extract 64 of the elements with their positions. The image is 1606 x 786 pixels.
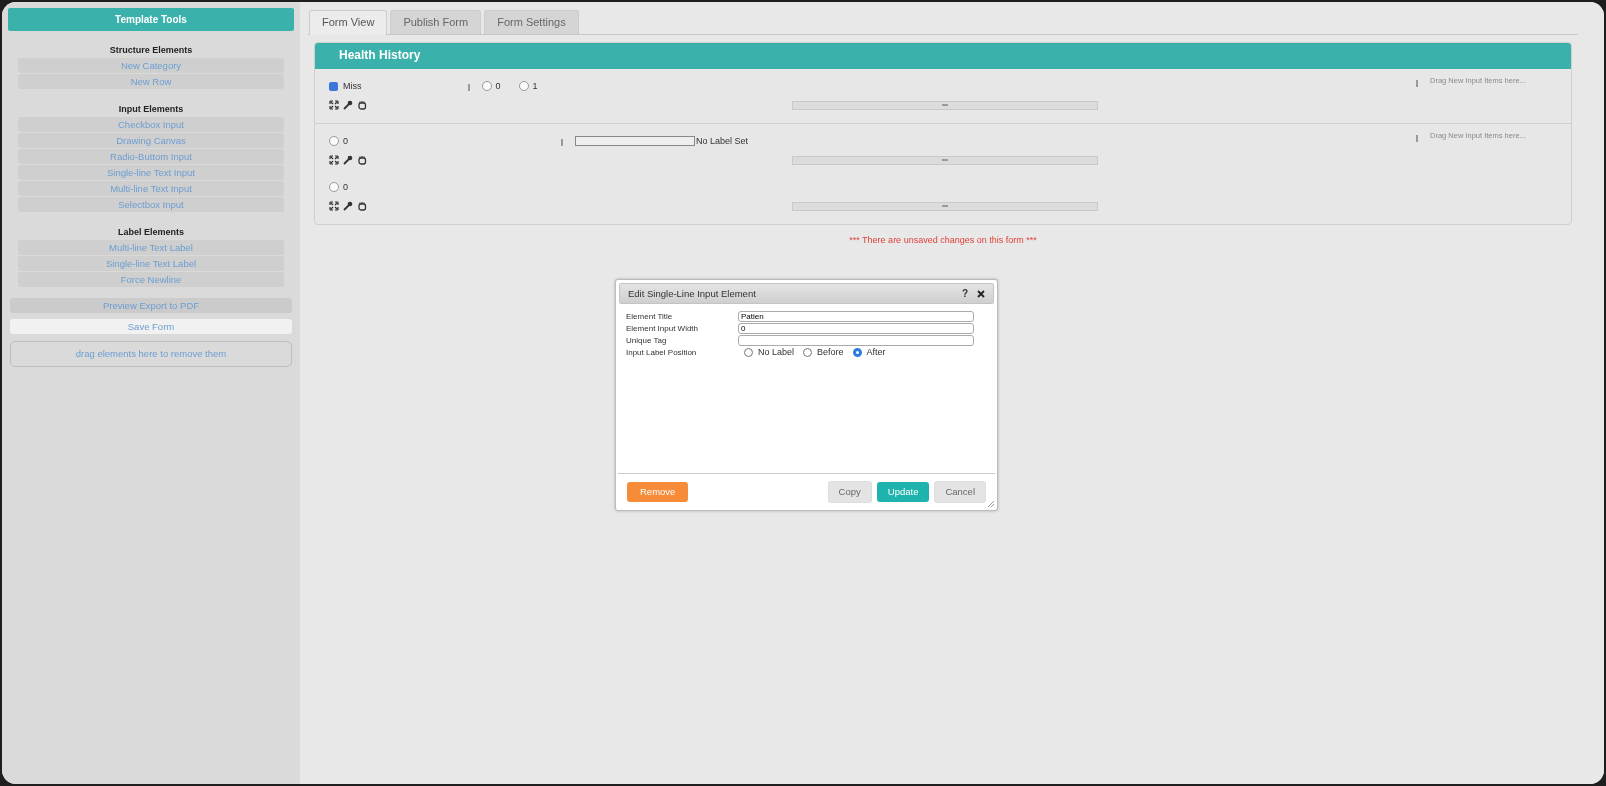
unsaved-notice: *** There are unsaved changes on this form *** — [848, 235, 1038, 245]
checkbox-label: Miss — [343, 81, 362, 91]
text-input[interactable] — [575, 136, 695, 146]
element-button[interactable]: Single-line Text Label — [18, 256, 284, 271]
section-heading: Label Elements — [117, 227, 185, 237]
sidebar-header: Template Tools — [8, 8, 294, 31]
radio-label: 0 — [343, 182, 348, 192]
tab[interactable]: Form View — [309, 10, 388, 35]
dialog-button[interactable]: Update — [876, 482, 930, 502]
tab[interactable]: Publish Form — [390, 10, 482, 34]
drag-handle[interactable] — [1416, 135, 1418, 142]
dialog-button[interactable]: Copy — [827, 481, 872, 503]
dialog-button[interactable]: Cancel — [934, 481, 986, 503]
field-label: Element Title — [626, 311, 674, 321]
element-button[interactable]: Drawing Canvas — [18, 133, 284, 148]
expand-icon[interactable] — [329, 155, 339, 165]
category-header: Health History — [315, 43, 1571, 69]
radio-button[interactable] — [329, 182, 339, 192]
radio-label: 0 — [343, 136, 348, 146]
drag-handle[interactable] — [1416, 80, 1418, 87]
element-button[interactable]: Selectbox Input — [18, 197, 284, 212]
element-button[interactable]: Single-line Text Input — [18, 165, 284, 180]
tab[interactable]: Form Settings — [484, 10, 579, 34]
radio-label: 1 — [532, 81, 538, 91]
expand-icon[interactable] — [329, 201, 339, 211]
drag-handle[interactable] — [467, 84, 470, 91]
field-label: Element Input Width — [626, 323, 700, 333]
radio-label: Before — [817, 347, 844, 357]
field-label: Input Label Position — [626, 347, 698, 357]
element-button[interactable]: Force Newline — [18, 272, 284, 287]
field-label: Unique Tag — [626, 335, 668, 345]
radio-label: 0 — [495, 81, 501, 91]
element-button[interactable]: New Category — [18, 58, 284, 73]
drag-handle[interactable] — [561, 139, 563, 146]
action-button[interactable]: Preview Export to PDF — [10, 298, 292, 313]
wrench-icon[interactable] — [343, 201, 353, 211]
input-label: No Label Set — [696, 136, 749, 146]
radio-button[interactable] — [481, 81, 492, 91]
element-button[interactable]: Multi-line Text Label — [18, 240, 284, 255]
element-button[interactable]: Radio-Buttom Input — [18, 149, 284, 164]
expand-icon[interactable] — [329, 100, 339, 110]
radio-button[interactable] — [518, 81, 529, 91]
element-button[interactable]: Checkbox Input — [18, 117, 284, 132]
element-button[interactable]: New Row — [18, 74, 284, 89]
radio-button[interactable] — [329, 136, 339, 146]
section-heading: Input Elements — [117, 104, 185, 114]
section-heading: Structure Elements — [108, 45, 194, 55]
dialog-title: Edit Single-Line Input Element — [628, 288, 757, 299]
wrench-icon[interactable] — [343, 155, 353, 165]
action-button[interactable]: Save Form — [10, 319, 292, 334]
input-field[interactable]: 0 — [738, 322, 974, 334]
close-icon[interactable] — [977, 289, 985, 298]
dialog-button[interactable]: Remove — [627, 482, 689, 502]
radio-button[interactable] — [852, 347, 862, 357]
wrench-icon[interactable] — [343, 100, 353, 110]
help-button[interactable]: ? — [961, 288, 968, 299]
input-field[interactable]: Patien — [738, 310, 974, 322]
input-field[interactable] — [738, 334, 974, 346]
checkbox[interactable] — [329, 81, 338, 91]
element-button[interactable]: Multi-line Text Input — [18, 181, 284, 196]
radio-label: No Label — [758, 347, 795, 357]
resize-grip-icon[interactable] — [987, 500, 995, 508]
radio-label: After — [866, 347, 886, 357]
trash-dropzone[interactable]: drag elements here to remove them — [10, 341, 292, 367]
